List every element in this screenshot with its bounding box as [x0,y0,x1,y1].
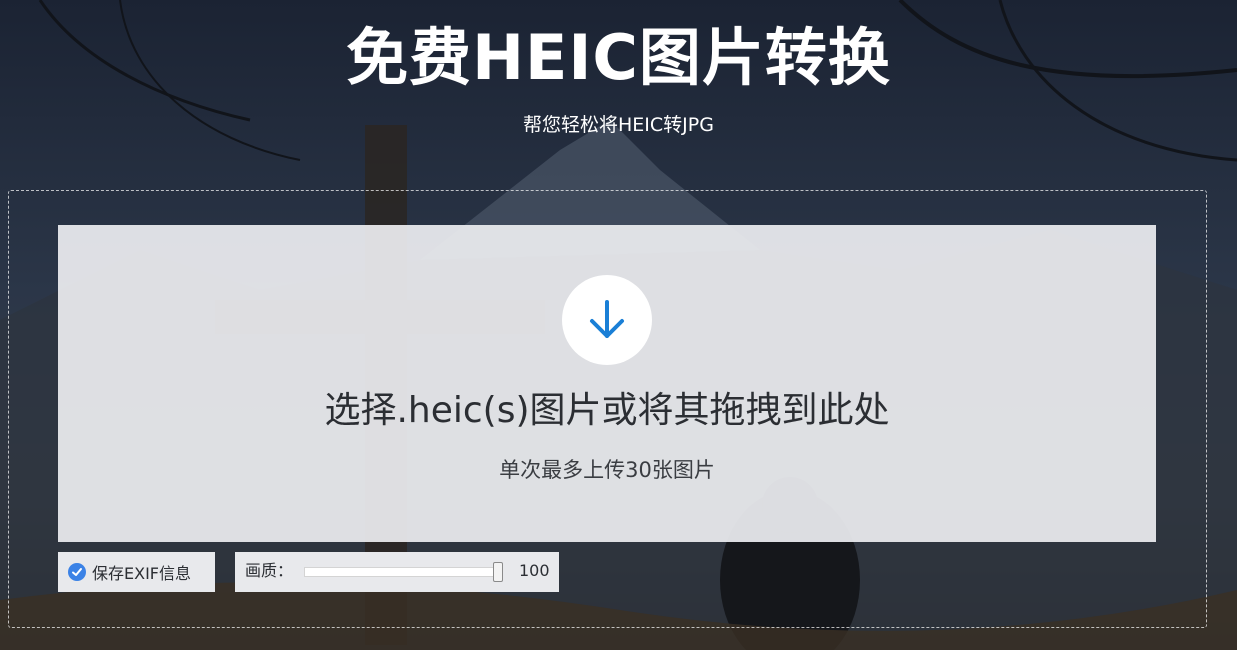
quality-value: 100 [519,561,550,580]
upload-limit-note: 单次最多上传30张图片 [499,458,715,482]
save-exif-label: 保存EXIF信息 [92,564,191,583]
page-title: 免费HEIC图片转换 [346,21,891,94]
quality-control: 画质： 100 [235,552,559,592]
drop-instruction: 选择.heic(s)图片或将其拖拽到此处 [324,390,890,431]
quality-label: 画质： [245,561,294,580]
save-exif-checkbox[interactable]: 保存EXIF信息 [58,552,215,592]
arrow-down-icon [590,300,624,338]
page-subtitle: 帮您轻松将HEIC转JPG [523,114,714,136]
checkmark-icon [68,563,86,581]
quality-slider[interactable] [304,567,500,577]
file-drop-zone[interactable]: 选择.heic(s)图片或将其拖拽到此处 单次最多上传30张图片 [58,225,1156,542]
upload-button[interactable] [562,275,652,365]
quality-slider-handle[interactable] [493,562,503,582]
